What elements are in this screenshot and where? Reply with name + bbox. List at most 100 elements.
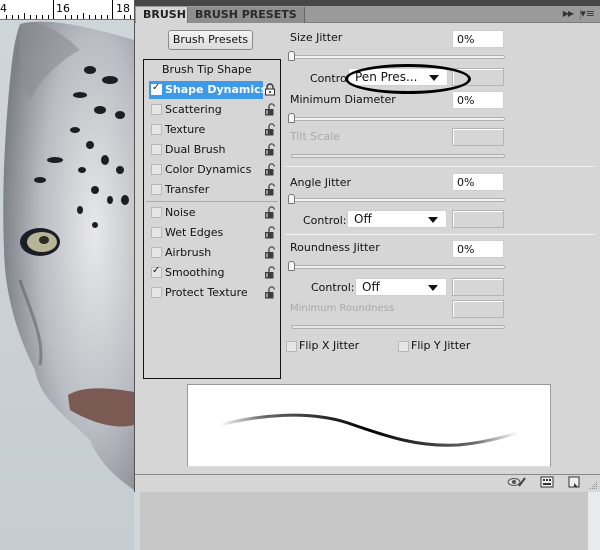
size-jitter-slider-thumb[interactable] bbox=[288, 51, 295, 61]
unlocked-lock-icon[interactable] bbox=[264, 143, 276, 156]
option-label: Noise bbox=[165, 206, 196, 219]
roundness-jitter-slider-thumb[interactable] bbox=[288, 261, 295, 271]
checkbox-dual-brush[interactable] bbox=[151, 144, 162, 155]
tab-brush-presets[interactable]: BRUSH PRESETS bbox=[187, 7, 305, 23]
angle-control-value-field bbox=[452, 210, 504, 228]
option-color-dynamics[interactable]: Color Dynamics bbox=[145, 161, 280, 179]
option-label: Smoothing bbox=[165, 266, 225, 279]
dropdown-value: Off bbox=[362, 280, 380, 294]
option-texture[interactable]: Texture bbox=[145, 121, 280, 139]
resize-grip-icon[interactable] bbox=[588, 480, 598, 490]
option-shape-dynamics[interactable]: Shape Dynamics bbox=[145, 81, 280, 99]
roundness-jitter-label: Roundness Jitter bbox=[290, 241, 380, 254]
option-label: Color Dynamics bbox=[165, 163, 252, 176]
roundness-control-label: Control: bbox=[311, 281, 355, 294]
option-transfer[interactable]: Transfer bbox=[145, 181, 280, 199]
angle-jitter-slider[interactable] bbox=[291, 198, 505, 202]
roundness-jitter-input[interactable]: 0% bbox=[452, 240, 504, 258]
brush-panel: BRUSH BRUSH PRESETS ▶▶ ▾≡ Brush Presets … bbox=[134, 0, 600, 492]
document-canvas[interactable]: 4 16 18 bbox=[0, 0, 134, 550]
unlocked-lock-icon[interactable] bbox=[264, 266, 276, 279]
brush-options-list: Brush Tip Shape Shape Dynamics Scatterin… bbox=[143, 59, 281, 379]
size-jitter-input[interactable]: 0% bbox=[452, 30, 504, 48]
checkbox-transfer[interactable] bbox=[151, 184, 162, 195]
unlocked-lock-icon[interactable] bbox=[264, 226, 276, 239]
checkbox-scattering[interactable] bbox=[151, 104, 162, 115]
flip-x-jitter-label: Flip X Jitter bbox=[299, 339, 360, 352]
chevron-down-icon bbox=[428, 285, 438, 291]
brush-presets-button[interactable]: Brush Presets bbox=[168, 30, 253, 50]
option-protect-texture[interactable]: Protect Texture bbox=[145, 284, 280, 302]
size-control-value-field bbox=[452, 68, 504, 86]
roundness-control-value-field bbox=[452, 278, 504, 296]
tilt-scale-input bbox=[452, 128, 504, 146]
unlocked-lock-icon[interactable] bbox=[264, 103, 276, 116]
create-new-brush-icon[interactable] bbox=[567, 476, 581, 488]
size-control-dropdown[interactable]: Pen Pres... bbox=[348, 68, 448, 86]
checkbox-wet-edges[interactable] bbox=[151, 227, 162, 238]
option-label: Airbrush bbox=[165, 246, 212, 259]
ruler-label: 18 bbox=[116, 2, 130, 15]
option-label: Brush Tip Shape bbox=[162, 63, 252, 76]
dropdown-value: Off bbox=[354, 212, 372, 226]
angle-jitter-input[interactable]: 0% bbox=[452, 173, 504, 191]
tab-brush[interactable]: BRUSH bbox=[136, 7, 193, 23]
option-airbrush[interactable]: Airbrush bbox=[145, 244, 280, 262]
toggle-live-tip-preview-icon[interactable] bbox=[507, 476, 527, 488]
unlocked-lock-icon[interactable] bbox=[264, 206, 276, 219]
ruler-label: 4 bbox=[0, 2, 7, 15]
checkbox-protect-texture[interactable] bbox=[151, 287, 162, 298]
panel-menu-icon[interactable]: ▾≡ bbox=[580, 7, 595, 20]
angle-jitter-slider-thumb[interactable] bbox=[288, 194, 295, 204]
section-divider bbox=[285, 234, 595, 235]
flip-y-jitter-checkbox[interactable] bbox=[398, 341, 409, 352]
checkbox-shape-dynamics[interactable] bbox=[151, 82, 162, 95]
flip-x-jitter-checkbox[interactable] bbox=[286, 341, 297, 352]
list-divider bbox=[146, 201, 278, 202]
minimum-diameter-slider-thumb[interactable] bbox=[288, 113, 295, 123]
open-preset-manager-icon[interactable] bbox=[540, 476, 554, 488]
checkbox-airbrush[interactable] bbox=[151, 247, 162, 258]
option-scattering[interactable]: Scattering bbox=[145, 101, 280, 119]
option-label: Shape Dynamics bbox=[165, 83, 268, 96]
option-label: Texture bbox=[165, 123, 206, 136]
snow-leopard-photo bbox=[0, 20, 134, 550]
size-control-label: Control: bbox=[310, 72, 354, 85]
option-smoothing[interactable]: Smoothing bbox=[145, 264, 280, 282]
checkbox-texture[interactable] bbox=[151, 124, 162, 135]
flip-y-jitter-label: Flip Y Jitter bbox=[411, 339, 471, 352]
brush-stroke-preview bbox=[187, 384, 551, 467]
minimum-diameter-slider[interactable] bbox=[291, 117, 505, 121]
tilt-scale-slider bbox=[291, 154, 505, 158]
option-label: Transfer bbox=[165, 183, 210, 196]
canvas-edge bbox=[134, 492, 140, 550]
roundness-jitter-slider[interactable] bbox=[291, 265, 505, 269]
section-divider bbox=[285, 166, 595, 167]
option-noise[interactable]: Noise bbox=[145, 204, 280, 222]
dropdown-value: Pen Pres... bbox=[355, 70, 418, 84]
option-brush-tip-shape[interactable]: Brush Tip Shape bbox=[145, 61, 280, 79]
lock-icon[interactable] bbox=[264, 83, 276, 96]
option-label: Dual Brush bbox=[165, 143, 226, 156]
unlocked-lock-icon[interactable] bbox=[264, 123, 276, 136]
collapse-panel-icon[interactable]: ▶▶ bbox=[563, 9, 574, 18]
stroke-preview-curve bbox=[218, 413, 520, 447]
minimum-roundness-label: Minimum Roundness bbox=[290, 303, 395, 314]
angle-control-dropdown[interactable]: Off bbox=[347, 210, 447, 228]
checkbox-smoothing[interactable] bbox=[151, 265, 162, 278]
option-dual-brush[interactable]: Dual Brush bbox=[145, 141, 280, 159]
option-label: Protect Texture bbox=[165, 286, 248, 299]
angle-control-label: Control: bbox=[303, 214, 347, 227]
size-jitter-slider[interactable] bbox=[291, 55, 505, 59]
horizontal-ruler: 4 16 18 bbox=[0, 0, 134, 20]
unlocked-lock-icon[interactable] bbox=[264, 163, 276, 176]
unlocked-lock-icon[interactable] bbox=[264, 183, 276, 196]
minimum-diameter-input[interactable]: 0% bbox=[452, 91, 504, 109]
roundness-control-dropdown[interactable]: Off bbox=[355, 278, 447, 296]
checkbox-noise[interactable] bbox=[151, 207, 162, 218]
unlocked-lock-icon[interactable] bbox=[264, 286, 276, 299]
unlocked-lock-icon[interactable] bbox=[264, 246, 276, 259]
chevron-down-icon bbox=[428, 217, 438, 223]
option-wet-edges[interactable]: Wet Edges bbox=[145, 224, 280, 242]
checkbox-color-dynamics[interactable] bbox=[151, 164, 162, 175]
